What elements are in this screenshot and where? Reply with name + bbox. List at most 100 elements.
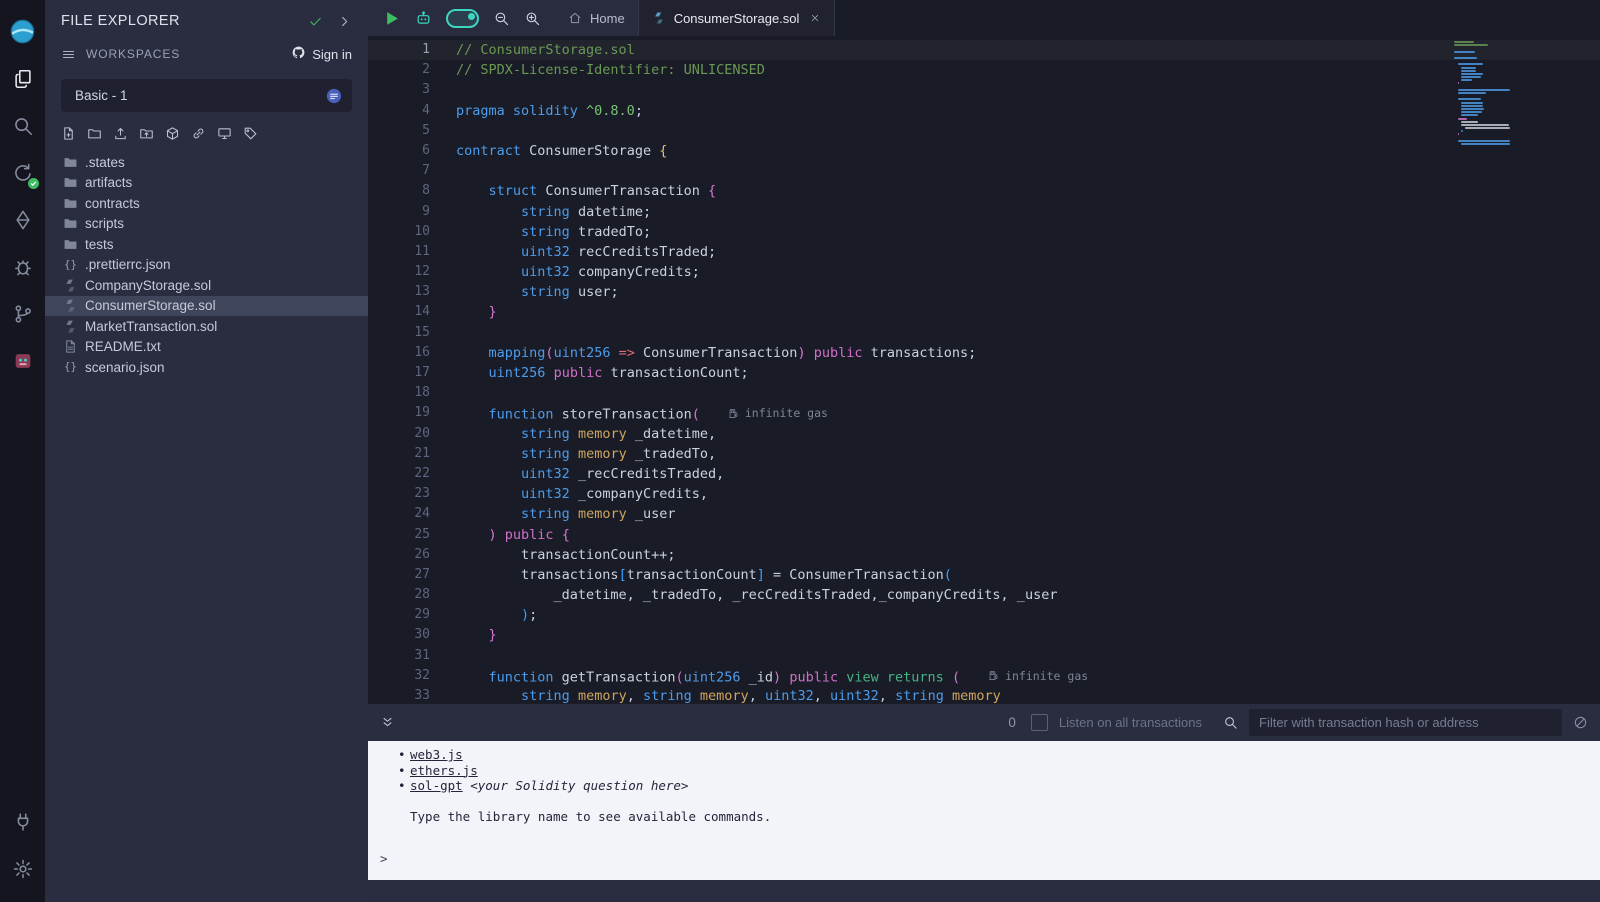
ban-icon[interactable]: [1573, 715, 1588, 730]
code-line[interactable]: 18: [368, 383, 1600, 403]
code-line[interactable]: 5: [368, 121, 1600, 141]
terminal-link[interactable]: ethers.js: [410, 763, 478, 779]
tag-icon[interactable]: [243, 126, 258, 141]
file-contracts[interactable]: contracts: [45, 193, 368, 214]
workspace-select[interactable]: Basic - 1: [61, 79, 352, 112]
code-line[interactable]: 6 contract ConsumerStorage {: [368, 141, 1600, 161]
code-line[interactable]: 2 // SPDX-License-Identifier: UNLICENSED: [368, 60, 1600, 80]
activity-deploy-and-run-icon[interactable]: [0, 196, 45, 243]
file-ConsumerStorage.sol[interactable]: ConsumerStorage.sol: [45, 295, 368, 316]
code-line[interactable]: 16 mapping(uint256 => ConsumerTransactio…: [368, 343, 1600, 363]
line-number: 13: [414, 284, 430, 300]
upload-file-icon[interactable]: [113, 126, 128, 141]
activity-settings-icon[interactable]: [0, 845, 45, 892]
tab-Home[interactable]: Home: [555, 0, 639, 36]
code-line[interactable]: 19 function storeTransaction(infinite ga…: [368, 403, 1600, 423]
file-scripts[interactable]: scripts: [45, 214, 368, 235]
code-line[interactable]: 29 );: [368, 605, 1600, 625]
terminal-link[interactable]: sol-gpt: [410, 778, 463, 794]
code-line[interactable]: 30 }: [368, 625, 1600, 645]
workspace-badge-icon[interactable]: [325, 87, 343, 105]
new-folder-icon[interactable]: [87, 126, 102, 141]
code-line[interactable]: 13 string user;: [368, 282, 1600, 302]
code-line[interactable]: 15: [368, 323, 1600, 343]
code-line[interactable]: 21 string memory _tradedTo,: [368, 444, 1600, 464]
code-line[interactable]: 4 pragma solidity ^0.8.0;: [368, 101, 1600, 121]
terminal-link[interactable]: web3.js: [410, 747, 463, 763]
code-line[interactable]: 32 function getTransaction(uint256 _id) …: [368, 666, 1600, 686]
file-artifacts[interactable]: artifacts: [45, 173, 368, 194]
file-tree: .states artifacts contracts scripts tests {}.…: [45, 152, 368, 378]
file-name: contracts: [85, 195, 140, 211]
code-editor[interactable]: 1 // ConsumerStorage.sol 2 // SPDX-License-…: [368, 36, 1600, 703]
listen-checkbox[interactable]: [1030, 714, 1048, 731]
code-line[interactable]: 20 string memory _datetime,: [368, 424, 1600, 444]
code-line[interactable]: 25 ) public {: [368, 525, 1600, 545]
code-line[interactable]: 17 uint256 public transactionCount;: [368, 363, 1600, 383]
code-line[interactable]: 33 string memory, string memory, uint32,…: [368, 686, 1600, 703]
activity-debugger-icon[interactable]: [0, 243, 45, 290]
run-script-button[interactable]: [382, 9, 401, 28]
file-.states[interactable]: .states: [45, 152, 368, 173]
file-tests[interactable]: tests: [45, 234, 368, 255]
tab-ConsumerStorage.sol[interactable]: ConsumerStorage.sol: [638, 0, 836, 36]
minimap[interactable]: [1454, 41, 1512, 146]
code-text: uint256 public transactionCount;: [488, 365, 749, 381]
code-line[interactable]: 26 transactionCount++;: [368, 545, 1600, 565]
activity-home-logo[interactable]: [0, 8, 45, 55]
code-line[interactable]: 11 uint32 recCreditsTraded;: [368, 242, 1600, 262]
code-line[interactable]: 1 // ConsumerStorage.sol: [368, 40, 1600, 60]
copilot-toggle[interactable]: [446, 8, 479, 28]
hamburger-icon[interactable]: [61, 47, 76, 62]
file-CompanyStorage.sol[interactable]: CompanyStorage.sol: [45, 275, 368, 296]
publish-to-ipfs-icon[interactable]: [165, 126, 180, 141]
terminal-prompt[interactable]: >: [380, 851, 388, 867]
activity-source-control-icon[interactable]: [0, 290, 45, 337]
folder-icon: [63, 155, 78, 170]
terminal[interactable]: • web3.js • ethers.js • sol-gpt <your Solidit…: [368, 741, 1600, 880]
search-icon[interactable]: [1223, 715, 1238, 730]
code-text: mapping(uint256 => ConsumerTransaction) …: [488, 344, 977, 361]
file-README.txt[interactable]: README.txt: [45, 337, 368, 358]
zoom-out-button[interactable]: [493, 10, 510, 27]
connect-localhost-icon[interactable]: [217, 126, 232, 141]
check-icon[interactable]: [308, 14, 323, 29]
code-line[interactable]: 22 uint32 _recCreditsTraded,: [368, 464, 1600, 484]
activity-file-explorer-icon[interactable]: [0, 55, 45, 102]
code-line[interactable]: 31: [368, 646, 1600, 666]
code-line[interactable]: 14 }: [368, 302, 1600, 322]
new-file-icon[interactable]: [61, 126, 76, 141]
code-line[interactable]: 9 string datetime;: [368, 202, 1600, 222]
file-.prettierrc.json[interactable]: {} .prettierrc.json: [45, 255, 368, 276]
transaction-filter-input[interactable]: [1249, 709, 1562, 736]
activity-plugin-manager-icon[interactable]: [0, 798, 45, 845]
code-text: string memory _tradedTo,: [521, 445, 717, 462]
close-tab-icon[interactable]: [809, 12, 821, 24]
code-line[interactable]: 28 _datetime, _tradedTo, _recCreditsTrad…: [368, 585, 1600, 605]
line-number: 2: [422, 62, 430, 78]
code-line[interactable]: 12 uint32 companyCredits;: [368, 262, 1600, 282]
activity-solidity-compiler-icon[interactable]: [0, 149, 45, 196]
code-line[interactable]: 8 struct ConsumerTransaction {: [368, 181, 1600, 201]
code-line[interactable]: 7: [368, 161, 1600, 181]
code-line[interactable]: 3: [368, 80, 1600, 100]
activity-plugin-icon[interactable]: [0, 337, 45, 384]
chevron-right-icon[interactable]: [337, 14, 352, 29]
activity-search-icon[interactable]: [0, 102, 45, 149]
code-text: uint32 _recCreditsTraded,: [521, 465, 725, 482]
terminal-output: • web3.js • ethers.js • sol-gpt <your Solidit…: [368, 747, 1600, 824]
zoom-in-button[interactable]: [524, 10, 541, 27]
file-MarketTransaction.sol[interactable]: MarketTransaction.sol: [45, 316, 368, 337]
file-scenario.json[interactable]: {} scenario.json: [45, 357, 368, 378]
copy-link-icon[interactable]: [191, 126, 206, 141]
line-number: 14: [414, 304, 430, 320]
code-line[interactable]: 27 transactions[transactionCount] = Cons…: [368, 565, 1600, 585]
code-line[interactable]: 10 string tradedTo;: [368, 222, 1600, 242]
code-line[interactable]: 24 string memory _user: [368, 504, 1600, 524]
code-line[interactable]: 23 uint32 _companyCredits,: [368, 484, 1600, 504]
upload-folder-icon[interactable]: [139, 126, 154, 141]
code-text: uint32 companyCredits;: [521, 264, 700, 281]
remix-ai-button[interactable]: [415, 10, 432, 27]
chevrons-down-icon[interactable]: [380, 715, 395, 730]
sign-in-button[interactable]: Sign in: [291, 45, 352, 63]
